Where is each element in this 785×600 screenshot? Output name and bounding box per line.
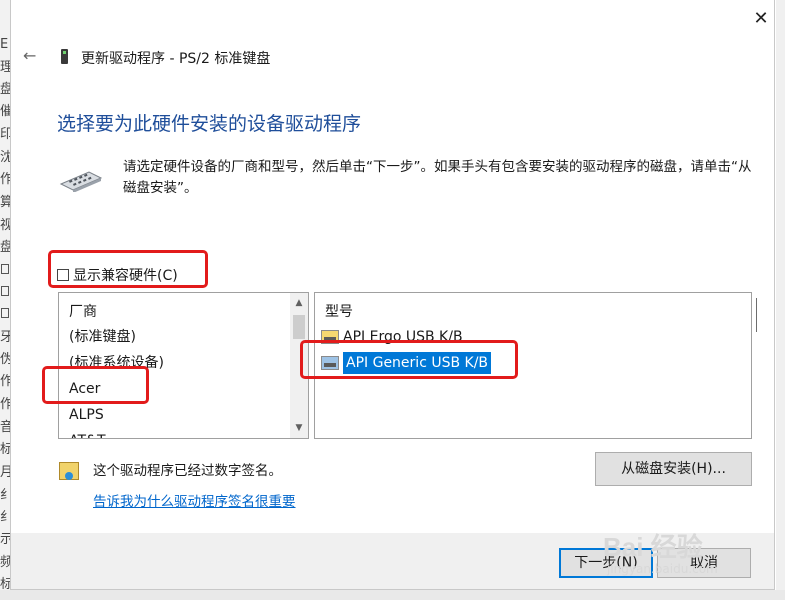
scroll-up-icon[interactable]: ▲ [290, 295, 308, 311]
annotation-box-acer [42, 366, 149, 404]
focus-indicator [756, 298, 757, 332]
scroll-down-icon[interactable]: ▼ [290, 420, 308, 436]
next-button[interactable]: 下一步(N) [559, 548, 653, 578]
signing-info-link[interactable]: 告诉我为什么驱动程序签名很重要 [93, 490, 296, 510]
update-driver-dialog: ✕ ← 更新驱动程序 - PS/2 标准键盘 选择要为此硬件安装的设备驱动程序 … [10, 0, 775, 590]
signature-status: 这个驱动程序已经过数字签名。 [93, 463, 282, 479]
background-glyph: 作 [0, 172, 10, 187]
background-glyph: 催 [0, 104, 10, 119]
background-glyph: 盘 [0, 82, 10, 97]
page-heading: 选择要为此硬件安装的设备驱动程序 [57, 113, 362, 135]
background-glyph: E [0, 37, 9, 52]
background-glyph: 频 [0, 555, 10, 570]
background-glyph: 作 [0, 397, 10, 412]
scroll-thumb[interactable] [293, 315, 305, 339]
have-disk-button[interactable]: 从磁盘安装(H)... [595, 452, 752, 486]
annotation-box-compat [48, 250, 208, 288]
annotation-box-model [300, 340, 518, 379]
background-glyph: 纟 [0, 510, 10, 525]
background-window-strip: E 理 盘 催 印 沈 作 算 视 盘 牙 伪 作 作 音 标 月 纟 纟 示 … [0, 0, 10, 600]
background-window-edge [776, 0, 785, 600]
background-glyph: 示 [0, 532, 10, 547]
background-glyph: 印 [0, 127, 10, 142]
device-icon [61, 49, 68, 64]
keyboard-icon [59, 171, 103, 192]
background-glyph: 沈 [0, 150, 10, 165]
background-square-icon [1, 286, 9, 296]
close-icon[interactable]: ✕ [746, 6, 776, 32]
background-glyph: 作 [0, 374, 10, 389]
background-glyph: 标 [0, 442, 10, 457]
background-glyph: 盘 [0, 240, 10, 255]
model-header: 型号 [325, 304, 353, 320]
background-window-bottom [0, 590, 785, 600]
background-square-icon [1, 308, 9, 318]
background-glyph: 月 [0, 465, 10, 480]
background-glyph: 牙 [0, 330, 10, 345]
background-square-icon [1, 264, 9, 274]
background-glyph: 理 [0, 60, 10, 75]
list-item[interactable]: (标准键盘) [69, 325, 136, 349]
back-arrow-icon[interactable]: ← [23, 46, 36, 65]
manufacturer-header: 厂商 [69, 304, 97, 320]
instruction-text: 请选定硬件设备的厂商和型号，然后单击“下一步”。如果手头有包含要安装的驱动程序的… [123, 159, 752, 196]
background-glyph: 音 [0, 420, 10, 435]
list-item[interactable]: AT&T [69, 429, 106, 438]
list-item[interactable]: ALPS [69, 403, 104, 427]
background-glyph: 视 [0, 218, 10, 233]
background-glyph: 纟 [0, 488, 10, 503]
background-glyph: 伪 [0, 352, 10, 367]
signed-driver-icon [59, 462, 79, 480]
cancel-button[interactable]: 取消 [657, 548, 751, 578]
background-glyph: 算 [0, 195, 10, 210]
window-title: 更新驱动程序 - PS/2 标准键盘 [81, 51, 271, 67]
